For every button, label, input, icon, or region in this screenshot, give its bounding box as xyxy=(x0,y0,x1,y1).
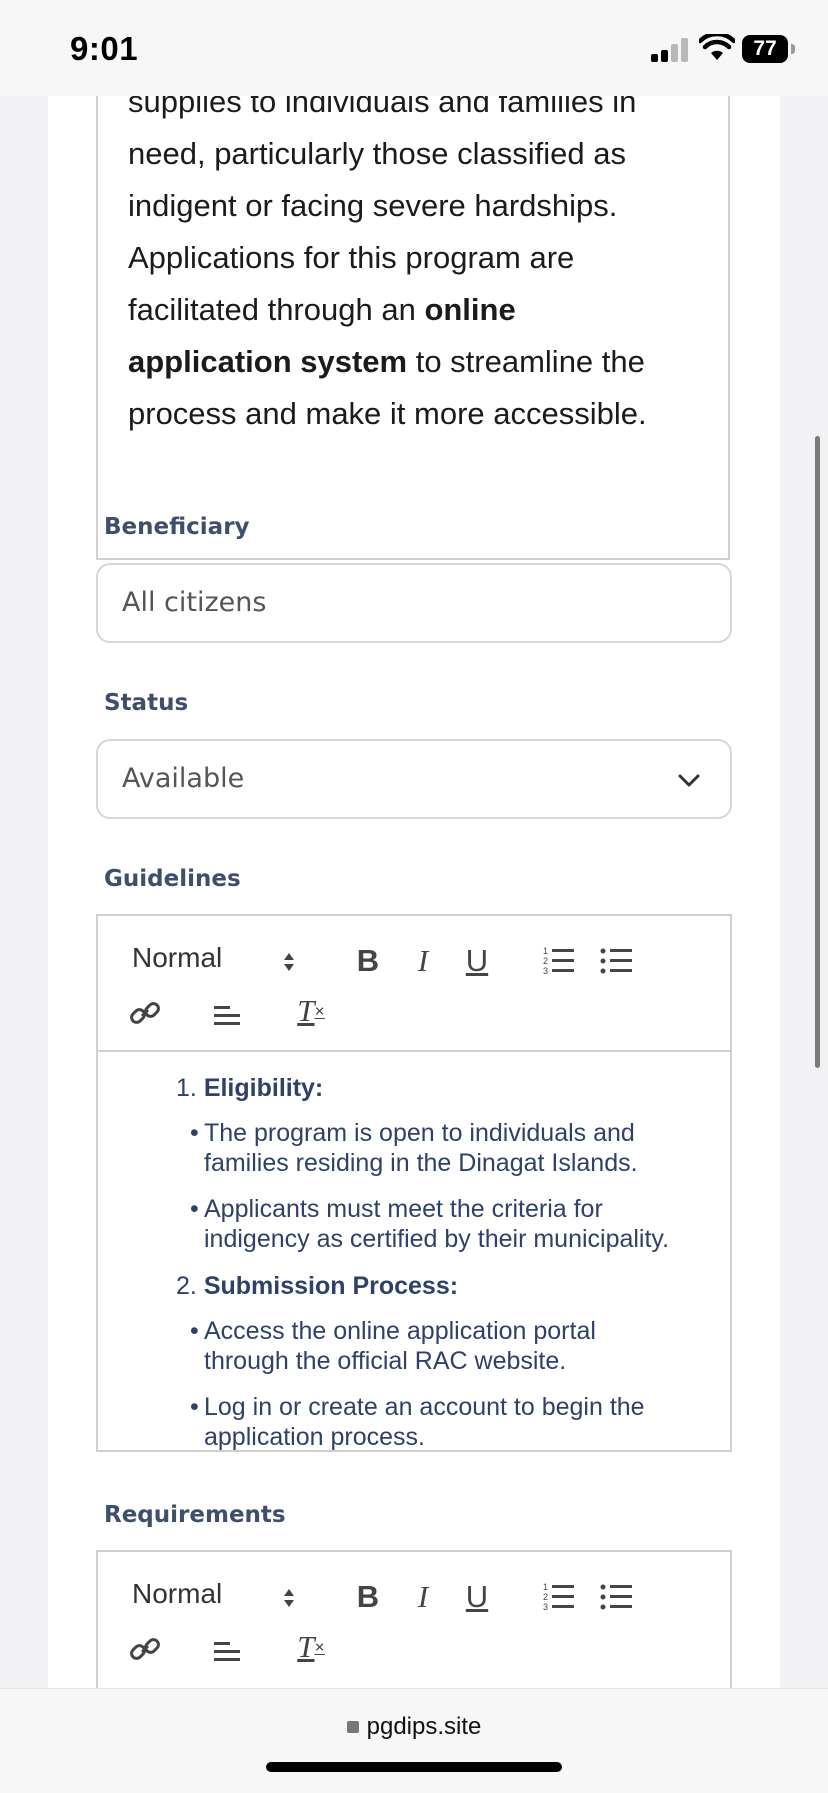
browser-address-bar[interactable]: pgdips.site xyxy=(0,1688,828,1793)
sort-arrows-icon[interactable] xyxy=(282,1586,296,1610)
status-label: Status xyxy=(104,690,189,716)
lock-icon xyxy=(346,1721,359,1733)
url-display[interactable]: pgdips.site xyxy=(0,1713,828,1741)
link-icon[interactable] xyxy=(128,996,162,1030)
guidelines-content[interactable]: 1. Eligibility: • The program is open to… xyxy=(98,1052,730,1450)
description-bold: online xyxy=(424,292,516,327)
underline-button[interactable]: U xyxy=(460,1579,494,1614)
status-select[interactable]: Available xyxy=(96,739,732,819)
description-line: need, particularly those classified as xyxy=(128,136,626,171)
ordered-list-icon[interactable]: 1 2 3 xyxy=(542,944,576,978)
url-text: pgdips.site xyxy=(366,1713,482,1740)
link-icon[interactable] xyxy=(128,1632,162,1666)
beneficiary-value: All citizens xyxy=(122,587,267,618)
guidelines-editor: Normal B I U 1 2 3 T × 1. Eligibility: •… xyxy=(96,914,732,1452)
list-item: 1. Eligibility: xyxy=(176,1074,323,1103)
bold-button[interactable]: B xyxy=(351,1579,385,1614)
svg-text:2: 2 xyxy=(543,956,548,966)
sort-arrows-icon[interactable] xyxy=(282,950,296,974)
description-fragment: facilitated through an xyxy=(128,292,425,327)
description-line: application system to streamline the xyxy=(128,336,718,388)
format-select[interactable]: Normal xyxy=(132,1578,222,1610)
requirements-label: Requirements xyxy=(104,1502,286,1528)
list-item: 2. Submission Process: xyxy=(176,1272,458,1301)
bullet-text: Log in or create an account to begin the… xyxy=(204,1393,645,1450)
bullet-text: Applicants must meet the criteria for ind… xyxy=(204,1195,670,1253)
underline-button[interactable]: U xyxy=(460,943,494,978)
battery-tip xyxy=(791,44,795,54)
requirements-editor: Normal B I U 1 2 3 T × xyxy=(96,1550,732,1700)
clear-format-button[interactable]: T × xyxy=(294,993,328,1028)
wifi-icon xyxy=(699,34,735,60)
clear-format-button[interactable]: T × xyxy=(294,1629,328,1664)
format-select[interactable]: Normal xyxy=(132,942,222,974)
align-left-icon[interactable] xyxy=(210,1634,244,1668)
italic-button[interactable]: I xyxy=(406,1579,440,1614)
list-number: 1. xyxy=(176,1074,197,1102)
svg-text:3: 3 xyxy=(543,966,548,976)
description-line: process and make it more accessible. xyxy=(128,396,647,431)
status-value: Available xyxy=(122,763,245,794)
home-indicator[interactable] xyxy=(266,1762,562,1772)
svg-text:1: 1 xyxy=(543,1582,548,1592)
bullet-list-icon[interactable] xyxy=(600,1580,634,1614)
bold-button[interactable]: B xyxy=(351,943,385,978)
description-line: indigent or facing severe hardships. xyxy=(128,188,618,223)
description-text[interactable]: supplies to individuals and families in … xyxy=(128,76,718,440)
list-heading: Submission Process: xyxy=(203,1272,459,1300)
svg-text:2: 2 xyxy=(543,1592,548,1602)
beneficiary-input[interactable]: All citizens xyxy=(96,563,732,643)
svg-text:3: 3 xyxy=(543,1602,548,1612)
bullet-dot: • xyxy=(190,1195,199,1223)
description-line: facilitated through an online xyxy=(128,284,718,336)
svg-text:1: 1 xyxy=(543,946,548,956)
cellular-signal-icon xyxy=(651,36,689,62)
description-fragment: to streamline the xyxy=(407,344,645,379)
guidelines-toolbar: Normal B I U 1 2 3 T × xyxy=(98,916,730,1052)
list-number: 2. xyxy=(176,1272,197,1300)
bullet-text: The program is open to individuals and fa… xyxy=(204,1119,638,1177)
beneficiary-label: Beneficiary xyxy=(104,514,250,540)
bullet-dot: • xyxy=(190,1393,199,1421)
status-time: 9:01 xyxy=(70,30,139,67)
status-bar: 9:01 77 xyxy=(0,0,828,96)
description-bold: application system xyxy=(128,344,408,379)
battery-icon: 77 xyxy=(742,35,788,63)
guidelines-label: Guidelines xyxy=(104,866,241,892)
bullet-dot: • xyxy=(190,1317,199,1345)
description-line: Applications for this program are xyxy=(128,240,575,275)
scrollbar[interactable] xyxy=(815,436,820,1068)
align-left-icon[interactable] xyxy=(210,998,244,1032)
bullet-list-icon[interactable] xyxy=(600,944,634,978)
italic-button[interactable]: I xyxy=(406,943,440,978)
list-heading: Eligibility: xyxy=(203,1074,324,1102)
bullet-dot: • xyxy=(190,1119,199,1147)
form-card: supplies to individuals and families in … xyxy=(48,84,780,1700)
chevron-down-icon xyxy=(678,774,700,787)
bullet-text: Access the online application portal thro… xyxy=(204,1317,596,1375)
requirements-toolbar: Normal B I U 1 2 3 T × xyxy=(98,1552,730,1688)
ordered-list-icon[interactable]: 1 2 3 xyxy=(542,1580,576,1614)
